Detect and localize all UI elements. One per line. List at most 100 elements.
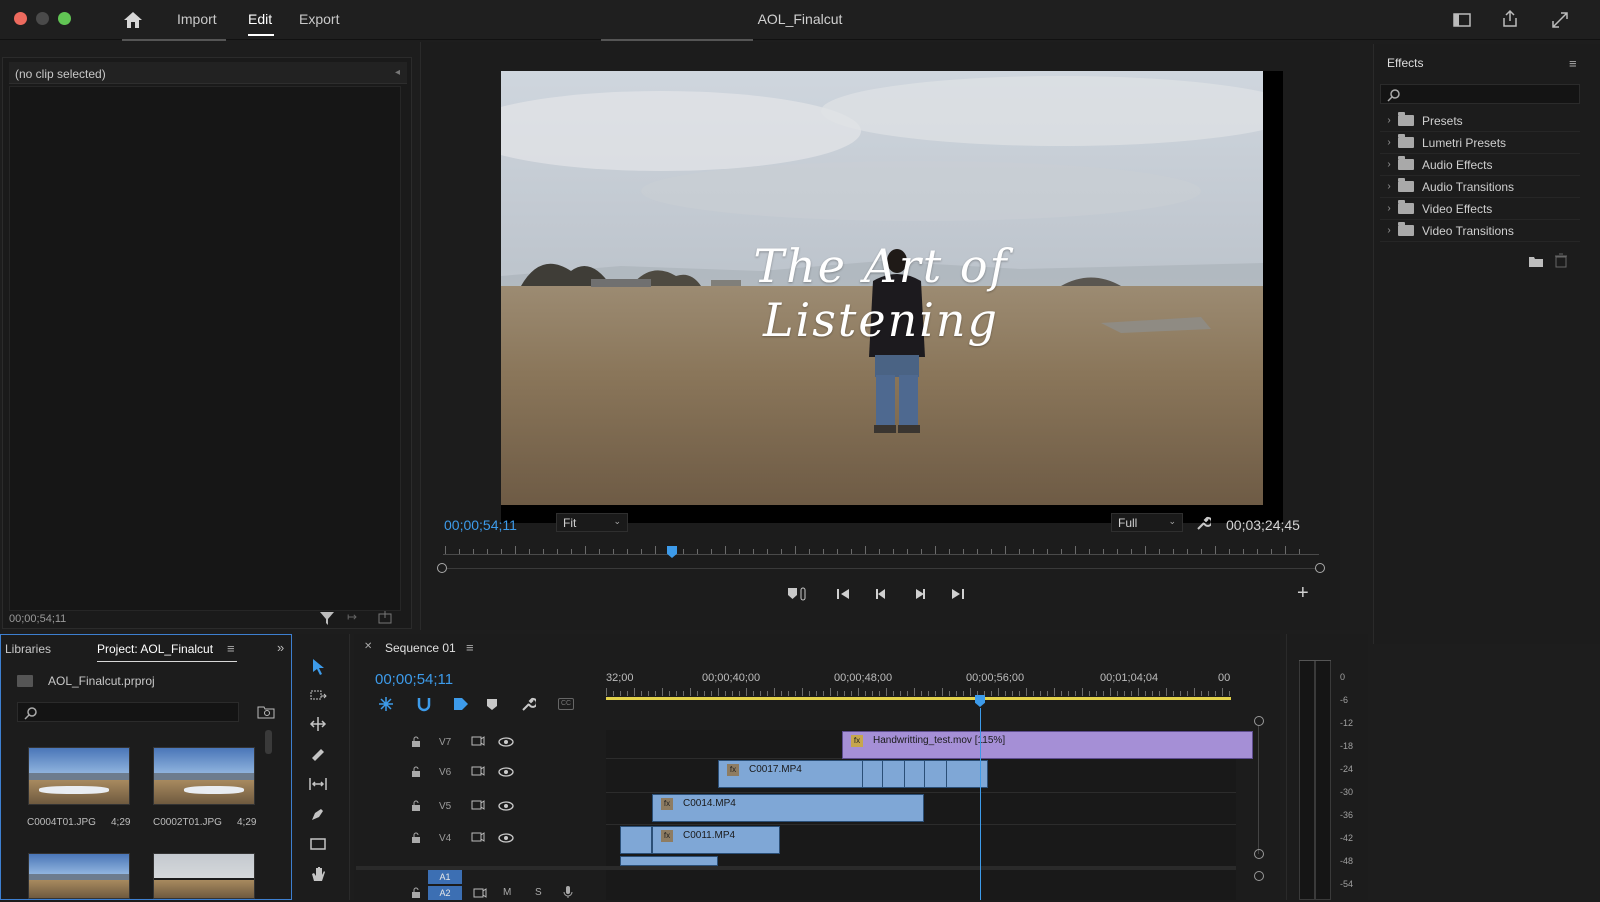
step-back-icon[interactable]: [871, 585, 891, 603]
video-audio-divider[interactable]: [356, 866, 1236, 870]
razor-tool-icon[interactable]: [306, 742, 330, 766]
sync-lock-icon[interactable]: [471, 799, 485, 811]
slip-tool-icon[interactable]: [306, 772, 330, 796]
wrench-icon[interactable]: [1195, 515, 1213, 531]
panel-layout-icon[interactable]: [1452, 11, 1472, 29]
panel-collapse-icon[interactable]: ◂: [395, 67, 400, 78]
close-tab-icon[interactable]: ✕: [364, 641, 372, 652]
tab-project[interactable]: Project: AOL_Finalcut: [97, 642, 213, 656]
home-icon[interactable]: [122, 10, 144, 30]
vertical-scrollbar[interactable]: [1258, 726, 1259, 854]
trash-icon[interactable]: [1554, 253, 1568, 268]
add-button-icon[interactable]: +: [1297, 582, 1309, 605]
lock-icon[interactable]: [411, 766, 421, 778]
program-current-timecode[interactable]: 00;00;54;11: [444, 517, 517, 533]
eye-icon[interactable]: [498, 766, 514, 777]
sequence-timecode[interactable]: 00;00;54;11: [375, 671, 453, 688]
track-target-a2[interactable]: A2: [428, 886, 462, 900]
project-search-input[interactable]: [17, 702, 239, 722]
lock-icon[interactable]: [411, 736, 421, 748]
media-thumbnail[interactable]: [28, 747, 130, 805]
media-thumbnail[interactable]: [153, 853, 255, 899]
eye-icon[interactable]: [498, 832, 514, 843]
filter-icon[interactable]: [319, 610, 335, 626]
zoom-window-button[interactable]: [58, 12, 71, 25]
timeline-clip[interactable]: fx C0011.MP4: [652, 826, 780, 854]
pen-tool-icon[interactable]: [306, 802, 330, 826]
captions-icon[interactable]: CC: [558, 698, 574, 710]
effects-search-input[interactable]: [1380, 84, 1580, 104]
nest-icon[interactable]: [378, 696, 394, 712]
insert-icon[interactable]: ↦: [347, 610, 357, 624]
scroll-handle-top[interactable]: [1254, 716, 1264, 726]
panel-menu-icon[interactable]: ≡: [1569, 56, 1577, 71]
timeline-clip[interactable]: fx C0017.MP4: [718, 760, 988, 788]
timeline-clip-fragment[interactable]: [620, 826, 652, 854]
snap-icon[interactable]: [416, 696, 432, 712]
in-point-handle[interactable]: [437, 563, 447, 573]
ripple-edit-tool-icon[interactable]: [306, 712, 330, 736]
wrench-icon[interactable]: [520, 696, 538, 712]
track-select-tool-icon[interactable]: [306, 684, 330, 708]
folder-video-transitions[interactable]: › Video Transitions: [1380, 220, 1580, 242]
tab-export[interactable]: Export: [299, 11, 339, 27]
timeline-clip[interactable]: fx C0014.MP4: [652, 794, 924, 822]
sync-lock-icon[interactable]: [471, 735, 485, 747]
folder-video-effects[interactable]: › Video Effects: [1380, 198, 1580, 220]
fullscreen-icon[interactable]: [1550, 10, 1570, 30]
microphone-icon[interactable]: [563, 885, 573, 899]
selection-tool-icon[interactable]: [306, 655, 330, 679]
go-to-out-icon[interactable]: [948, 585, 968, 603]
new-bin-icon[interactable]: [1528, 254, 1544, 268]
folder-audio-effects[interactable]: › Audio Effects: [1380, 154, 1580, 176]
scroll-handle-bottom[interactable]: [1254, 849, 1264, 859]
audio-scroll-handle[interactable]: [1254, 871, 1264, 881]
folder-lumetri-presets[interactable]: › Lumetri Presets: [1380, 132, 1580, 154]
tab-libraries[interactable]: Libraries: [5, 642, 51, 656]
more-panels-icon[interactable]: »: [277, 640, 284, 655]
share-icon[interactable]: [1500, 9, 1520, 29]
lock-icon[interactable]: [411, 887, 421, 899]
mute-button[interactable]: M: [503, 887, 511, 898]
linked-selection-icon[interactable]: [452, 696, 470, 712]
sync-lock-icon[interactable]: [473, 887, 487, 899]
folder-audio-transitions[interactable]: › Audio Transitions: [1380, 176, 1580, 198]
work-area-bar[interactable]: [606, 697, 1231, 700]
project-scrollbar[interactable]: [265, 730, 272, 754]
media-thumbnail[interactable]: [28, 853, 130, 899]
eye-icon[interactable]: [498, 800, 514, 811]
lock-icon[interactable]: [411, 832, 421, 844]
play-icon[interactable]: [910, 585, 930, 603]
track-target-a1[interactable]: A1: [428, 870, 462, 884]
media-thumbnail[interactable]: [153, 747, 255, 805]
playhead-marker[interactable]: [667, 546, 677, 558]
export-frame-icon[interactable]: [377, 609, 393, 625]
sync-lock-icon[interactable]: [471, 831, 485, 843]
rectangle-tool-icon[interactable]: [306, 832, 330, 856]
zoom-select[interactable]: Fit ⌄: [556, 513, 628, 532]
tab-import[interactable]: Import: [177, 11, 217, 27]
timeline-ruler[interactable]: 32;00 00;00;40;00 00;00;48;00 00;00;56;0…: [606, 672, 1231, 708]
add-marker-icon[interactable]: [485, 697, 499, 711]
program-video-frame[interactable]: The Art of Listening: [501, 71, 1263, 505]
panel-menu-icon[interactable]: ≡: [227, 641, 235, 656]
zoom-bar[interactable]: [447, 568, 1315, 569]
folder-presets[interactable]: › Presets: [1380, 110, 1580, 132]
timeline-clip-partial[interactable]: [620, 856, 718, 866]
hand-tool-icon[interactable]: [306, 862, 330, 886]
tab-sequence[interactable]: Sequence 01: [385, 641, 456, 655]
sync-lock-icon[interactable]: [471, 765, 485, 777]
solo-button[interactable]: S: [535, 887, 542, 898]
eye-icon[interactable]: [498, 736, 514, 747]
add-marker-icon[interactable]: [785, 585, 811, 603]
find-bin-icon[interactable]: [257, 704, 275, 720]
panel-menu-icon[interactable]: ≡: [466, 640, 474, 655]
close-window-button[interactable]: [14, 12, 27, 25]
go-to-in-icon[interactable]: [833, 585, 853, 603]
lock-icon[interactable]: [411, 800, 421, 812]
quality-select[interactable]: Full ⌄: [1111, 513, 1183, 532]
timeline-clip[interactable]: fx Handwritting_test.mov [115%]: [842, 731, 1253, 759]
out-point-handle[interactable]: [1315, 563, 1325, 573]
tab-edit[interactable]: Edit: [248, 11, 272, 27]
minimize-window-button[interactable]: [36, 12, 49, 25]
